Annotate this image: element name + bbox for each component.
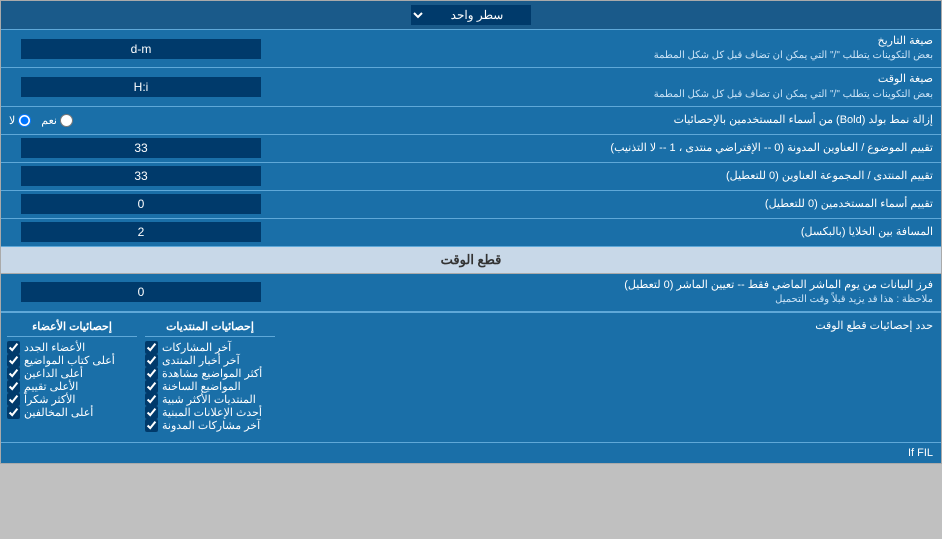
col2-checkbox-2[interactable] — [7, 367, 20, 380]
col1-item-1: آخر أخبار المنتدى — [145, 354, 275, 367]
col2-checkbox-1[interactable] — [7, 354, 20, 367]
col2-checkbox-4[interactable] — [7, 393, 20, 406]
cutoff-days-row: فرز البيانات من يوم الماشر الماضي فقط --… — [1, 274, 941, 312]
radio-no-label[interactable]: لا — [9, 114, 31, 127]
col1-checkbox-2[interactable] — [145, 367, 158, 380]
date-format-input[interactable] — [21, 39, 261, 59]
col2-stats: إحصائيات الأعضاء الأعضاء الجدد أعلى كتاب… — [7, 317, 137, 432]
forum-groups-input-cell — [1, 163, 281, 189]
date-format-row: صيغة التاريخ بعض التكوينات يتطلب "/" الت… — [1, 30, 941, 68]
col2-item-4: الأكثر شكراً — [7, 393, 137, 406]
spacing-input-cell — [1, 219, 281, 245]
remove-bold-row: إزالة نمط بولد (Bold) من أسماء المستخدمي… — [1, 107, 941, 135]
lines-select[interactable]: سطر واحدسطرينثلاثة أسطر — [411, 5, 531, 25]
col1-item-6: آخر مشاركات المدونة — [145, 419, 275, 432]
bottom-stats-row: حدد إحصائيات قطع الوقت إحصائيات المنتديا… — [1, 312, 941, 442]
col1-item-4: المنتديات الأكثر شبية — [145, 393, 275, 406]
radio-yes[interactable] — [60, 114, 73, 127]
forum-groups-row: تقييم المنتدى / المجموعة العناوين (0 للت… — [1, 163, 941, 191]
spacing-input[interactable] — [21, 222, 261, 242]
remove-bold-label: إزالة نمط بولد (Bold) من أسماء المستخدمي… — [281, 109, 941, 132]
time-format-label: صيغة الوقت بعض التكوينات يتطلب "/" التي … — [281, 68, 941, 105]
time-format-input[interactable] — [21, 77, 261, 97]
topics-titles-label: تقييم الموضوع / العناوين المدونة (0 -- ا… — [281, 137, 941, 160]
time-format-row: صيغة الوقت بعض التكوينات يتطلب "/" التي … — [1, 68, 941, 106]
date-format-label: صيغة التاريخ بعض التكوينات يتطلب "/" الت… — [281, 30, 941, 67]
radio-yes-label[interactable]: نعم — [41, 114, 73, 127]
main-container: سطر واحدسطرينثلاثة أسطر صيغة التاريخ بعض… — [0, 0, 942, 464]
col1-item-2: أكثر المواضيع مشاهدة — [145, 367, 275, 380]
col1-checkbox-3[interactable] — [145, 380, 158, 393]
col2-item-5: أعلى المخالفين — [7, 406, 137, 419]
forum-groups-input[interactable] — [21, 166, 261, 186]
col2-checkbox-5[interactable] — [7, 406, 20, 419]
spacing-row: المسافة بين الخلايا (بالبكسل) — [1, 219, 941, 247]
topics-titles-input[interactable] — [21, 138, 261, 158]
stats-section-label: حدد إحصائيات قطع الوقت — [281, 313, 941, 442]
col2-item-0: الأعضاء الجدد — [7, 341, 137, 354]
col1-item-0: آخر المشاركات — [145, 341, 275, 354]
spacing-label: المسافة بين الخلايا (بالبكسل) — [281, 221, 941, 244]
col2-item-1: أعلى كتاب المواضيع — [7, 354, 137, 367]
date-format-input-cell — [1, 36, 281, 62]
col1-checkbox-6[interactable] — [145, 419, 158, 432]
col1-checkbox-1[interactable] — [145, 354, 158, 367]
col2-checkbox-3[interactable] — [7, 380, 20, 393]
usernames-input-cell — [1, 191, 281, 217]
col1-item-3: المواضيع الساخنة — [145, 380, 275, 393]
usernames-input[interactable] — [21, 194, 261, 214]
time-format-input-cell — [1, 74, 281, 100]
topics-titles-input-cell — [1, 135, 281, 161]
header-row: سطر واحدسطرينثلاثة أسطر — [1, 1, 941, 30]
remove-bold-radio-cell: نعم لا — [1, 111, 281, 130]
cutoff-section-header: قطع الوقت — [1, 247, 941, 274]
cutoff-days-input-cell — [1, 279, 281, 305]
col2-item-2: أعلى الداعين — [7, 367, 137, 380]
radio-no[interactable] — [18, 114, 31, 127]
col1-stats: إحصائيات المنتديات آخر المشاركات آخر أخب… — [145, 317, 275, 432]
forum-groups-label: تقييم المنتدى / المجموعة العناوين (0 للت… — [281, 165, 941, 188]
usernames-label: تقييم أسماء المستخدمين (0 للتعطيل) — [281, 193, 941, 216]
col1-checkbox-0[interactable] — [145, 341, 158, 354]
topics-titles-row: تقييم الموضوع / العناوين المدونة (0 -- ا… — [1, 135, 941, 163]
usernames-row: تقييم أسماء المستخدمين (0 للتعطيل) — [1, 191, 941, 219]
cutoff-days-input[interactable] — [21, 282, 261, 302]
checkboxes-area: إحصائيات المنتديات آخر المشاركات آخر أخب… — [1, 313, 281, 442]
footer-bar: If FIL — [1, 442, 941, 463]
col2-header: إحصائيات الأعضاء — [7, 317, 137, 337]
col1-header: إحصائيات المنتديات — [145, 317, 275, 337]
cutoff-days-label: فرز البيانات من يوم الماشر الماضي فقط --… — [281, 274, 941, 311]
col1-checkbox-5[interactable] — [145, 406, 158, 419]
col2-checkbox-0[interactable] — [7, 341, 20, 354]
col1-checkbox-4[interactable] — [145, 393, 158, 406]
col2-item-3: الأعلى تقييم — [7, 380, 137, 393]
col1-item-5: أحدث الإعلانات المبنية — [145, 406, 275, 419]
